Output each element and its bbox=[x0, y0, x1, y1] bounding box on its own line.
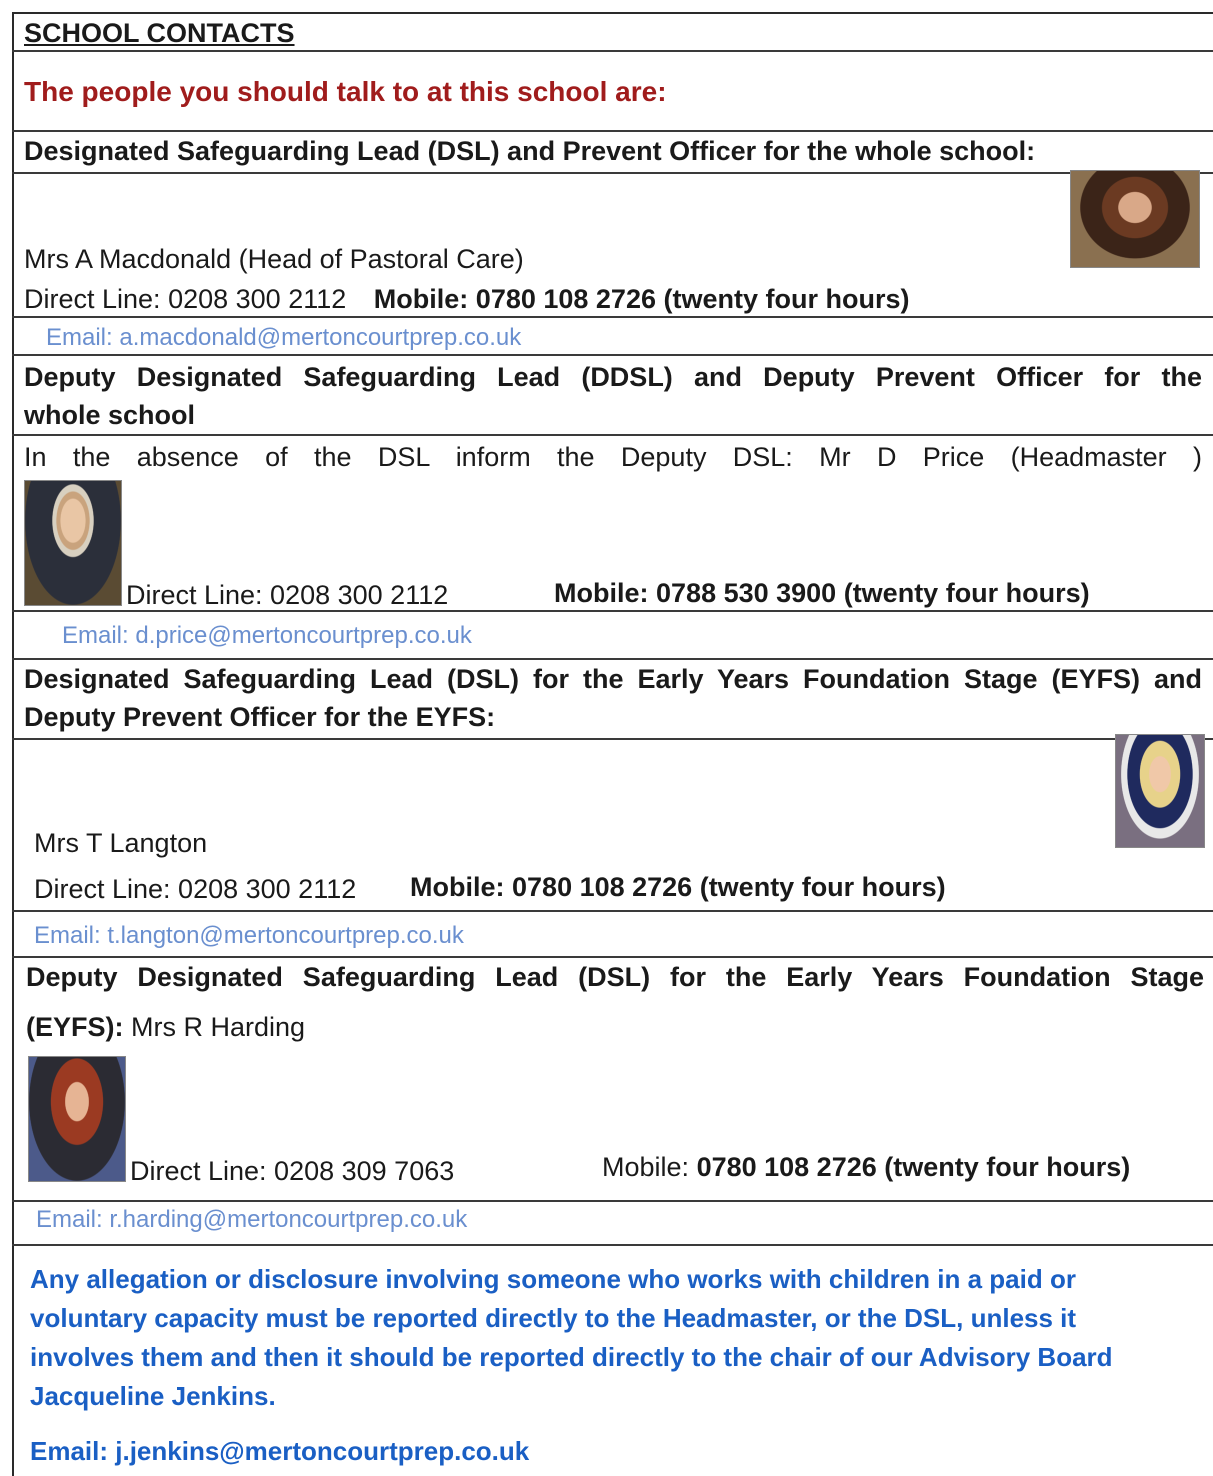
eyfs-dsl-mobile-label: Mobile: bbox=[410, 872, 505, 902]
page-title: SCHOOL CONTACTS bbox=[24, 18, 295, 48]
eyfs-ddsl-heading-line1: Deputy Designated Safeguarding Lead (DSL… bbox=[26, 962, 1204, 992]
eyfs-ddsl-row: Deputy Designated Safeguarding Lead (DSL… bbox=[12, 958, 1213, 1202]
dsl-direct-label: Direct Line: bbox=[24, 284, 161, 314]
eyfs-dsl-mobile-number: 0780 108 2726 (twenty four hours) bbox=[512, 872, 946, 902]
eyfs-dsl-heading-line1: Designated Safeguarding Lead (DSL) for t… bbox=[24, 664, 1202, 694]
eyfs-ddsl-mobile-number: 0780 108 2726 (twenty four hours) bbox=[696, 1152, 1131, 1182]
eyfs-ddsl-heading-line2: (EYFS): Mrs R Harding bbox=[26, 1012, 305, 1043]
ddsl-direct-line: Direct Line: 0208 300 2112 bbox=[126, 580, 449, 610]
eyfs-dsl-details-row: Mrs T Langton Direct Line: 0208 300 2112… bbox=[12, 734, 1213, 912]
eyfs-dsl-heading-line2: Deputy Prevent Officer for the EYFS: bbox=[24, 702, 496, 732]
ddsl-email[interactable]: Email: d.price@mertoncourtprep.co.uk bbox=[62, 622, 472, 650]
dsl-direct-number: 0208 300 2112 bbox=[168, 284, 347, 314]
eyfs-ddsl-heading-prefix: (EYFS): bbox=[26, 1012, 124, 1042]
eyfs-ddsl-mobile: Mobile: 0780 108 2726 (twenty four hours… bbox=[602, 1152, 1130, 1183]
dsl-email[interactable]: Email: a.macdonald@mertoncourtprep.co.uk bbox=[46, 324, 521, 352]
title-row: SCHOOL CONTACTS bbox=[12, 12, 1213, 52]
intro-row: The people you should talk to at this sc… bbox=[12, 52, 1213, 132]
eyfs-dsl-mobile: Mobile: 0780 108 2726 (twenty four hours… bbox=[410, 872, 946, 903]
allegation-section: Any allegation or disclosure involving s… bbox=[12, 1246, 1213, 1476]
eyfs-ddsl-email[interactable]: Email: r.harding@mertoncourtprep.co.uk bbox=[36, 1206, 467, 1234]
ddsl-mobile: Mobile: 0788 530 3900 (twenty four hours… bbox=[554, 578, 1090, 609]
ddsl-photo bbox=[24, 480, 122, 606]
dsl-email-row: Email: a.macdonald@mertoncourtprep.co.uk bbox=[12, 318, 1213, 356]
ddsl-mobile-number: 0788 530 3900 (twenty four hours) bbox=[656, 578, 1090, 608]
dsl-photo bbox=[1070, 170, 1200, 268]
dsl-heading-row: Designated Safeguarding Lead (DSL) and P… bbox=[12, 132, 1213, 174]
dsl-direct-line: Direct Line: 0208 300 2112 Mobile: 0780 … bbox=[24, 284, 909, 315]
dsl-name: Mrs A Macdonald (Head of Pastoral Care) bbox=[24, 244, 524, 274]
eyfs-dsl-photo bbox=[1115, 734, 1205, 848]
dsl-details-row: Mrs A Macdonald (Head of Pastoral Care) … bbox=[12, 170, 1213, 318]
allegation-line1: Any allegation or disclosure involving s… bbox=[30, 1264, 1076, 1294]
dsl-mobile-label: Mobile: bbox=[373, 284, 469, 314]
eyfs-ddsl-name: Mrs R Harding bbox=[131, 1012, 306, 1042]
eyfs-ddsl-email-row: Email: r.harding@mertoncourtprep.co.uk bbox=[12, 1202, 1213, 1246]
eyfs-ddsl-photo bbox=[28, 1056, 126, 1182]
allegation-email[interactable]: Email: j.jenkins@mertoncourtprep.co.uk bbox=[30, 1436, 529, 1467]
dsl-heading: Designated Safeguarding Lead (DSL) and P… bbox=[24, 136, 1036, 166]
ddsl-mobile-label: Mobile: bbox=[554, 578, 649, 608]
allegation-line2: voluntary capacity must be reported dire… bbox=[30, 1303, 1077, 1333]
ddsl-email-row: Email: d.price@mertoncourtprep.co.uk bbox=[12, 612, 1213, 660]
eyfs-dsl-heading-row: Designated Safeguarding Lead (DSL) for t… bbox=[12, 660, 1213, 740]
eyfs-dsl-email[interactable]: Email: t.langton@mertoncourtprep.co.uk bbox=[34, 922, 464, 950]
eyfs-ddsl-direct-line: Direct Line: 0208 309 7063 bbox=[130, 1156, 455, 1186]
allegation-line4: Jacqueline Jenkins. bbox=[30, 1381, 276, 1411]
ddsl-heading-line1: Deputy Designated Safeguarding Lead (DDS… bbox=[24, 362, 1202, 392]
allegation-line3: involves them and then it should be repo… bbox=[30, 1342, 1113, 1372]
eyfs-ddsl-mobile-label: Mobile: bbox=[602, 1152, 690, 1182]
intro-text: The people you should talk to at this sc… bbox=[24, 76, 667, 107]
ddsl-heading-row: Deputy Designated Safeguarding Lead (DDS… bbox=[12, 356, 1213, 436]
eyfs-dsl-name: Mrs T Langton bbox=[34, 828, 208, 858]
eyfs-dsl-email-row: Email: t.langton@mertoncourtprep.co.uk bbox=[12, 912, 1213, 958]
dsl-mobile-number: 0780 108 2726 (twenty four hours) bbox=[475, 284, 910, 314]
eyfs-dsl-direct-line: Direct Line: 0208 300 2112 bbox=[34, 874, 357, 904]
ddsl-details-row: In the absence of the DSL inform the Dep… bbox=[12, 436, 1213, 612]
ddsl-info: In the absence of the DSL inform the Dep… bbox=[24, 442, 1202, 472]
ddsl-heading-line2: whole school bbox=[24, 400, 196, 430]
